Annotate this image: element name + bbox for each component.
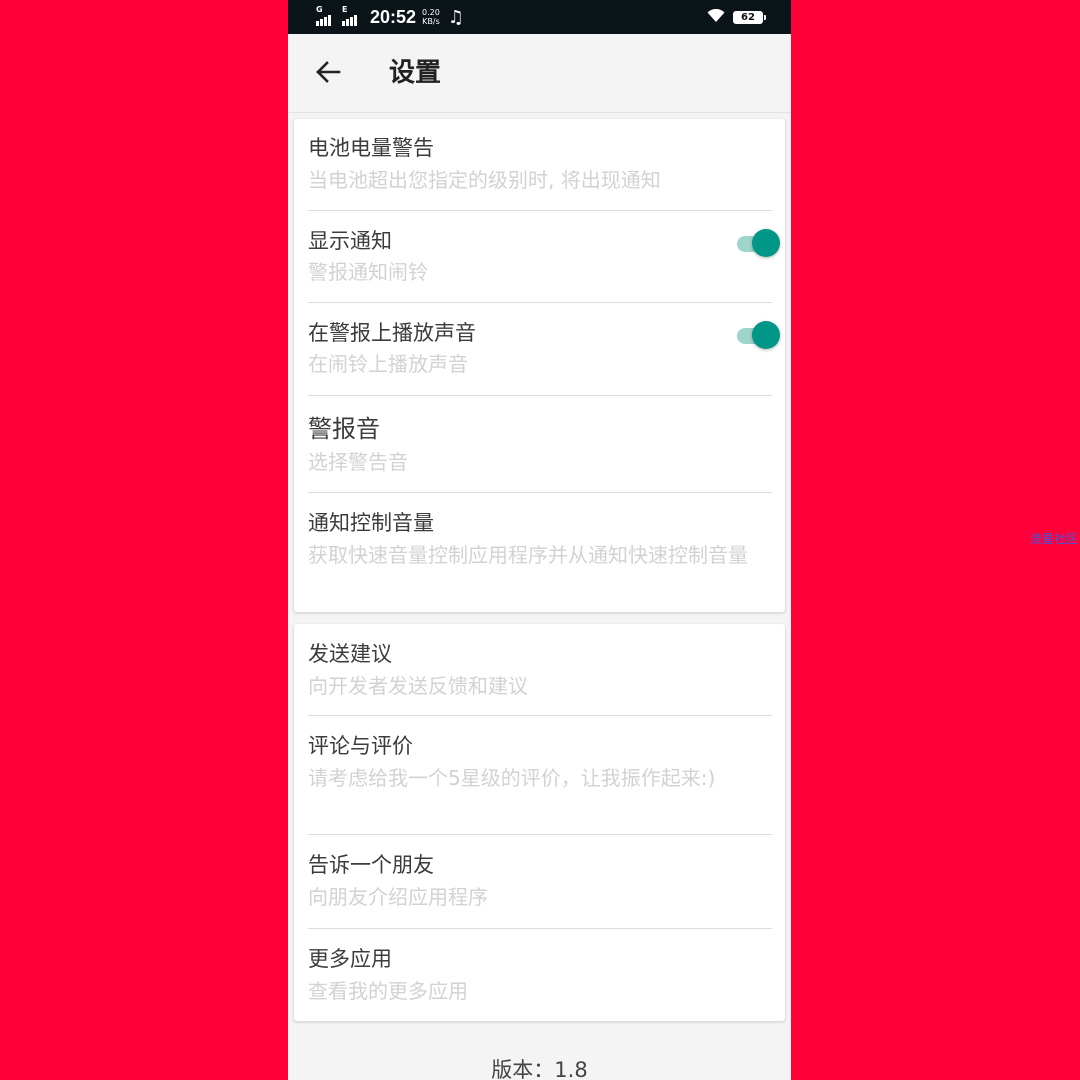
setting-subtitle: 查看我的更多应用 [308, 979, 468, 1003]
setting-show-notification[interactable]: 显示通知 警报通知闹铃 [294, 211, 785, 303]
setting-volume-control[interactable]: 通知控制音量 获取快速音量控制应用程序并从通知快速控制音量 [294, 493, 785, 612]
battery-icon: 62 [733, 10, 766, 24]
signal-icon: G [316, 6, 336, 28]
settings-card-about: 发送建议 向开发者发送反馈和建议 评论与评价 请考虑给我一个5星级的评价，让我振… [294, 624, 785, 1021]
setting-title: 发送建议 [308, 642, 392, 666]
setting-subtitle: 警报通知闹铃 [308, 260, 428, 284]
arrow-left-icon [316, 61, 341, 83]
setting-title: 显示通知 [308, 229, 392, 253]
setting-title: 告诉一个朋友 [308, 853, 434, 877]
setting-subtitle: 向朋友介绍应用程序 [308, 885, 488, 909]
setting-title: 更多应用 [308, 947, 392, 971]
toggle-thumb [752, 229, 780, 257]
setting-title: 评论与评价 [308, 734, 413, 758]
toggle-thumb [752, 321, 780, 349]
setting-tell-friend[interactable]: 告诉一个朋友 向朋友介绍应用程序 [294, 835, 785, 928]
setting-battery-warning[interactable]: 电池电量警告 当电池超出您指定的级别时, 将出现通知 [294, 119, 785, 211]
version-label: 版本：1.8 [491, 1058, 588, 1080]
network-speed-value: 0.20 [422, 8, 440, 17]
setting-subtitle: 请考虑给我一个5星级的评价，让我振作起来:) [308, 766, 716, 790]
setting-title: 电池电量警告 [308, 136, 434, 160]
play-sound-toggle[interactable] [737, 320, 781, 350]
setting-play-sound[interactable]: 在警报上播放声音 在闹铃上播放声音 [294, 303, 785, 395]
status-bar: G E 20:52 0.20 KB/s ♫ 62 [288, 0, 791, 34]
setting-title: 在警报上播放声音 [308, 321, 476, 345]
setting-subtitle: 当电池超出您指定的级别时, 将出现通知 [308, 168, 661, 192]
settings-card-alerts: 电池电量警告 当电池超出您指定的级别时, 将出现通知 显示通知 警报通知闹铃 在… [294, 119, 785, 612]
page-title: 设置 [389, 58, 442, 88]
status-bar-left: G E 20:52 0.20 KB/s ♫ [316, 0, 464, 34]
sim2-network-type: E [342, 5, 348, 14]
setting-subtitle: 获取快速音量控制应用程序并从通知快速控制音量 [308, 543, 748, 567]
back-button[interactable] [308, 52, 348, 92]
sim1-network-type: G [316, 5, 323, 14]
wifi-icon [707, 8, 725, 27]
status-time: 20:52 [370, 6, 417, 27]
network-speed-unit: KB/s [422, 17, 440, 26]
watermark-text: 流星社区 [1030, 532, 1079, 546]
setting-more-apps[interactable]: 更多应用 查看我的更多应用 [294, 929, 785, 1021]
network-speed: 0.20 KB/s [422, 8, 440, 26]
battery-level: 62 [741, 11, 755, 23]
music-note-icon: ♫ [447, 6, 464, 28]
setting-subtitle: 向开发者发送反馈和建议 [308, 674, 528, 698]
signal-icon: E [342, 6, 362, 28]
setting-title: 警报音 [308, 415, 380, 443]
setting-subtitle: 在闹铃上播放声音 [308, 352, 468, 376]
setting-title: 通知控制音量 [308, 511, 434, 535]
phone-screen: G E 20:52 0.20 KB/s ♫ 62 设置 电池电量警告 当电池超出… [288, 0, 791, 1080]
status-bar-right: 62 [707, 0, 766, 34]
show-notification-toggle[interactable] [737, 228, 781, 258]
app-bar: 设置 [288, 34, 791, 113]
setting-subtitle: 选择警告音 [308, 450, 408, 474]
setting-send-feedback[interactable]: 发送建议 向开发者发送反馈和建议 [294, 624, 785, 716]
setting-alert-tone[interactable]: 警报音 选择警告音 [294, 396, 785, 492]
setting-rate-review[interactable]: 评论与评价 请考虑给我一个5星级的评价，让我振作起来:) [294, 716, 785, 835]
